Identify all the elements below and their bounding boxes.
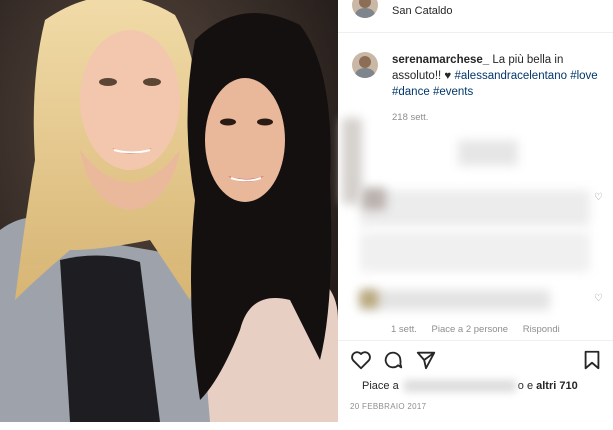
post-photo-image <box>0 0 338 422</box>
action-bar <box>338 340 613 375</box>
likes-suffix: o e <box>517 380 537 392</box>
instagram-post: San Cataldo serenamarchese_ La più bella… <box>0 0 613 430</box>
comment-likes[interactable]: Piace a 2 persone <box>432 324 509 335</box>
blurred-comment <box>360 190 590 226</box>
likes-others[interactable]: altri 710 <box>536 380 578 392</box>
location-link[interactable]: San Cataldo <box>392 5 453 17</box>
post-date: 20 FEBBRAIO 2017 <box>350 402 427 411</box>
likes-prefix: Piace a <box>362 380 399 392</box>
blurred-comment <box>360 290 550 310</box>
hashtag[interactable]: #events <box>433 86 473 98</box>
blurred-avatar <box>362 188 386 210</box>
hashtag[interactable]: #love <box>570 70 598 82</box>
caption-avatar[interactable] <box>352 52 378 78</box>
caption-age: 218 sett. <box>392 112 429 123</box>
blurred-comment <box>458 140 518 166</box>
post-photo[interactable] <box>0 0 338 422</box>
bookmark-icon[interactable] <box>581 349 603 371</box>
post-header: San Cataldo <box>338 0 613 33</box>
likes-summary[interactable]: Piace a o e altri 710 <box>362 380 578 393</box>
reply-button[interactable]: Rispondi <box>523 324 560 335</box>
caption-username[interactable]: serenamarchese_ <box>392 54 489 66</box>
comment-like-icon[interactable]: ♡ <box>594 293 603 304</box>
comment-icon[interactable] <box>382 349 404 371</box>
hashtag[interactable]: #alessandracelentano <box>454 70 567 82</box>
blurred-avatar <box>360 290 378 308</box>
caption-text: serenamarchese_ La più bella in assoluto… <box>392 52 607 126</box>
blurred-comment <box>342 118 362 204</box>
heart-icon[interactable] <box>350 349 372 371</box>
comment-age: 1 sett. <box>391 324 417 335</box>
share-icon[interactable] <box>415 349 437 371</box>
heart-emoji: ♥ <box>444 70 452 82</box>
post-side-panel: San Cataldo serenamarchese_ La più bella… <box>338 0 613 422</box>
blurred-username <box>403 380 516 393</box>
hashtag[interactable]: #dance <box>392 86 430 98</box>
comment-meta: 1 sett. Piace a 2 persone Rispondi <box>391 324 572 335</box>
blurred-comment <box>360 232 590 272</box>
author-avatar[interactable] <box>352 0 378 18</box>
comment-like-icon[interactable]: ♡ <box>594 192 603 203</box>
